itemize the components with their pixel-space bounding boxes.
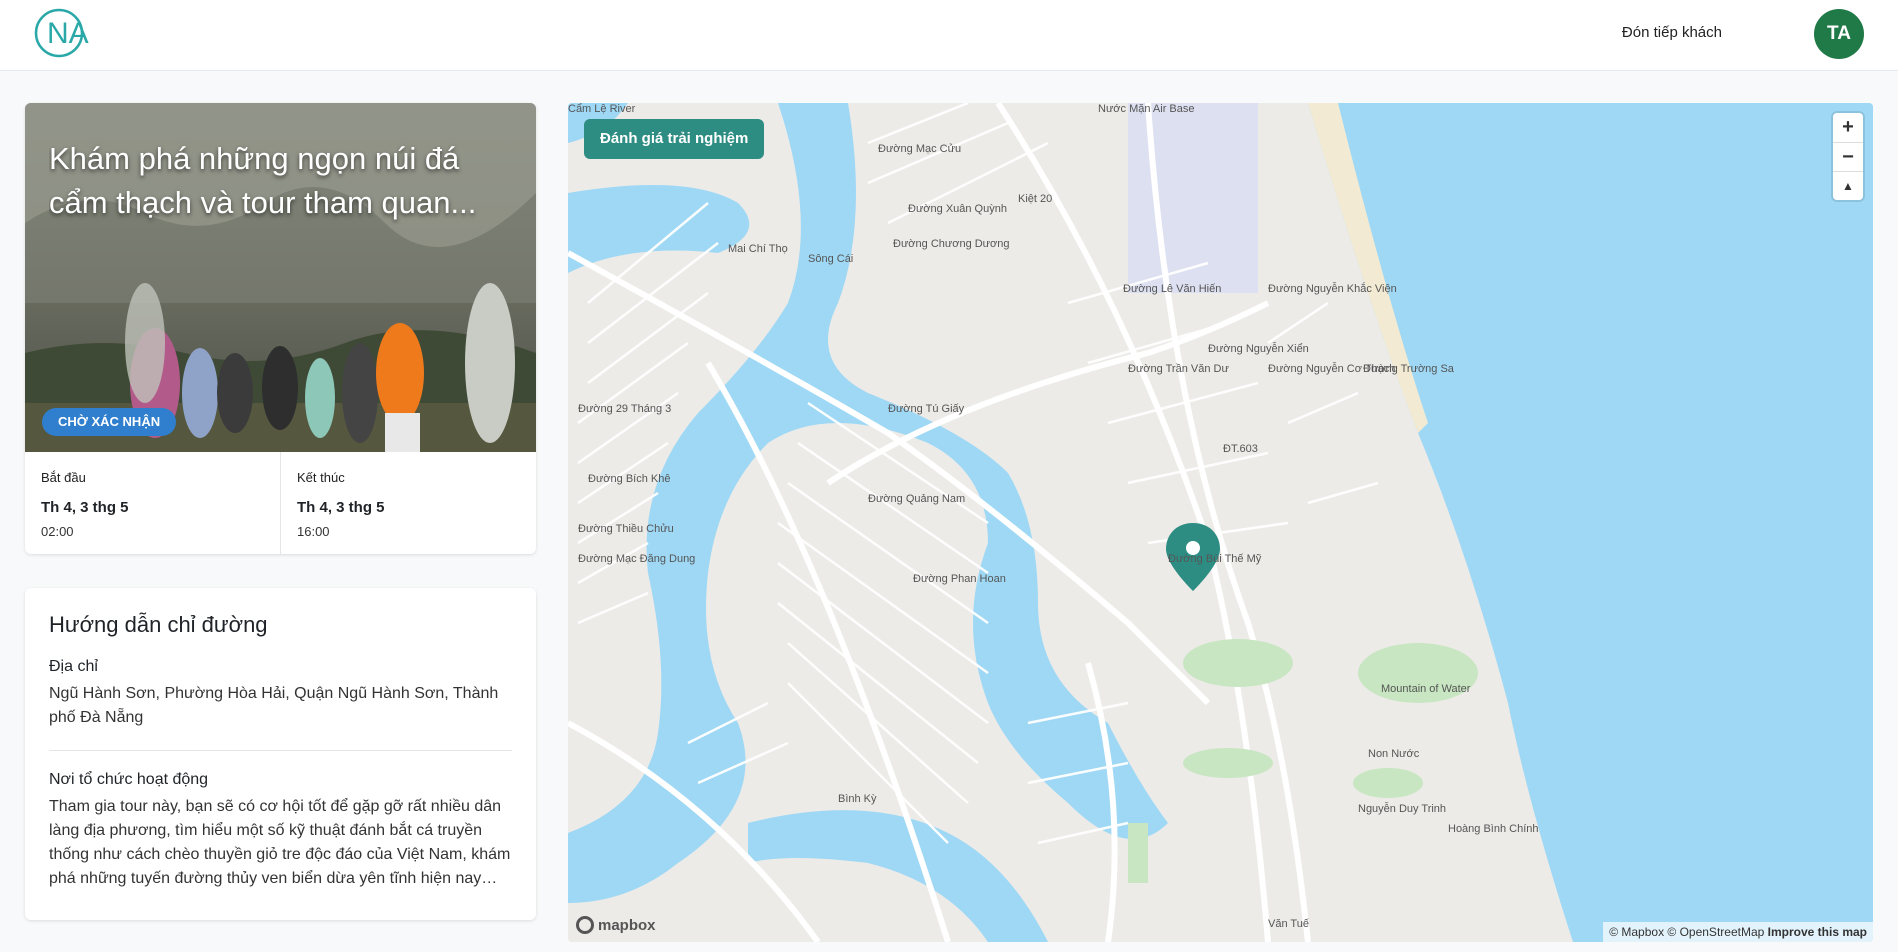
map-label: Đường Lê Văn Hiến: [1123, 283, 1222, 295]
map-label: Sông Cái: [808, 253, 854, 265]
map-label: Đường Nguyễn Xiển: [1208, 343, 1309, 355]
start-time: Bắt đầu Th 4, 3 thg 5 02:00: [25, 452, 280, 554]
venue-label: Nơi tổ chức hoạt động: [49, 771, 209, 788]
venue-text: Tham gia tour này, bạn sẽ có cơ hội tốt …: [49, 798, 511, 887]
start-hour: 02:00: [41, 524, 74, 539]
map-attribution: © Mapbox © OpenStreetMap Improve this ma…: [1603, 922, 1873, 942]
end-day: Th 4, 3 thg 5: [297, 499, 385, 516]
map-label: Đường Thiều Chửu: [578, 523, 674, 535]
map-label: Đường Mạc Đăng Dung: [578, 553, 696, 565]
experience-photo: Khám phá những ngọn núi đá cẩm thạch và …: [25, 103, 536, 452]
map-canvas[interactable]: [568, 103, 1873, 942]
booking-card[interactable]: Khám phá những ngọn núi đá cẩm thạch và …: [25, 103, 536, 554]
improve-map-link[interactable]: Improve this map: [1768, 925, 1867, 939]
map-label: Bình Kỳ: [838, 793, 877, 805]
host-link[interactable]: Đón tiếp khách: [1622, 24, 1722, 41]
mapbox-logo-text: mapbox: [598, 916, 656, 934]
map-label: Cẩm Lệ River: [568, 103, 636, 115]
top-header: NA Đón tiếp khách TA: [0, 0, 1898, 71]
map-label: Đường Mạc Cửu: [878, 143, 962, 155]
zoom-in-button[interactable]: +: [1833, 113, 1863, 142]
map-label: Văn Tuế: [1268, 918, 1309, 930]
map-label: Đường Tú Giấy: [888, 403, 965, 415]
start-label: Bắt đầu: [41, 470, 86, 485]
review-experience-button[interactable]: Đánh giá trải nghiệm: [584, 119, 765, 159]
booking-times: Bắt đầu Th 4, 3 thg 5 02:00 Kết thúc Th …: [25, 452, 536, 554]
map-label: Đường Phan Hoan: [913, 573, 1006, 585]
end-time: Kết thúc Th 4, 3 thg 5 16:00: [280, 452, 536, 554]
map-label: ĐT.603: [1223, 443, 1258, 455]
logo-text: NA: [47, 17, 89, 50]
map-view[interactable]: Đường Mạc Cửu Đường Xuân Quỳnh Kiệt 20 Đ…: [568, 103, 1873, 942]
map-label: Nước Mặn Air Base: [1098, 103, 1195, 115]
na-logo[interactable]: NA: [33, 7, 99, 59]
map-label: Đường Chương Dương: [893, 238, 1010, 250]
zoom-control: + − ▲: [1833, 113, 1863, 200]
map-label: Mai Chí Thọ: [728, 243, 788, 255]
map-label: Nguyễn Duy Trinh: [1358, 803, 1447, 815]
map-label: Đường Bích Khê: [588, 473, 671, 485]
map-label: Đường 29 Tháng 3: [578, 403, 672, 415]
section-divider: [49, 750, 512, 751]
map-label: Đường Quảng Nam: [868, 493, 966, 505]
address-label: Địa chỉ: [49, 658, 98, 675]
avatar[interactable]: TA: [1814, 9, 1864, 59]
map-label: Đường Nguyễn Cơ Thạch: [1268, 363, 1396, 375]
map-label: Đường Xuân Quỳnh: [908, 203, 1007, 215]
attribution-text[interactable]: © Mapbox © OpenStreetMap: [1609, 925, 1764, 939]
map-label: Hoàng Bình Chính: [1448, 823, 1539, 835]
mapbox-logo[interactable]: mapbox: [576, 916, 656, 934]
map-label: Đường Trần Văn Dư: [1128, 363, 1229, 375]
start-day: Th 4, 3 thg 5: [41, 499, 129, 516]
address-text: Ngũ Hành Sơn, Phường Hòa Hải, Quận Ngũ H…: [49, 685, 499, 726]
compass-icon[interactable]: ▲: [1833, 171, 1863, 200]
map-label: Non Nước: [1368, 748, 1420, 760]
directions-title: Hướng dẫn chỉ đường: [49, 612, 268, 637]
status-badge: CHỜ XÁC NHẬN: [42, 408, 177, 436]
map-label: Đường Bùi Thế Mỹ: [1168, 553, 1262, 565]
zoom-out-button[interactable]: −: [1833, 142, 1863, 171]
end-hour: 16:00: [297, 524, 330, 539]
directions-card: Hướng dẫn chỉ đường Địa chỉ Ngũ Hành Sơn…: [25, 588, 536, 920]
mapbox-icon: [576, 916, 594, 934]
map-label: Kiệt 20: [1018, 193, 1053, 205]
map-label: Mountain of Water: [1381, 683, 1471, 695]
end-label: Kết thúc: [297, 470, 345, 485]
experience-title[interactable]: Khám phá những ngọn núi đá cẩm thạch và …: [49, 137, 519, 225]
map-label: Đường Nguyễn Khắc Viện: [1268, 283, 1397, 295]
